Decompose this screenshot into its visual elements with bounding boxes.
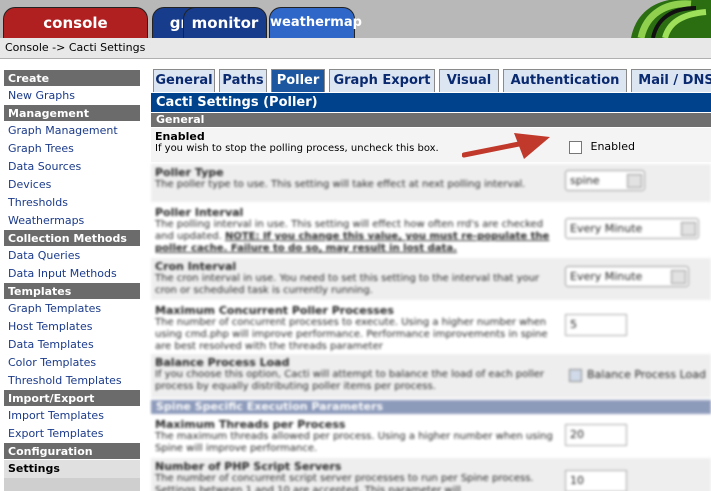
section-spine: Spine Specific Execution Parameters <box>151 400 711 414</box>
sidebar-item[interactable]: Devices <box>4 176 140 194</box>
php-servers-desc: The number of concurrent script server p… <box>155 473 534 491</box>
sidebar-heading: Import/Export <box>4 390 140 407</box>
sidebar-item[interactable]: Thresholds <box>4 194 140 212</box>
cron-interval-select[interactable]: Every Minute <box>565 266 689 287</box>
sidebar-item[interactable]: Host Templates <box>4 318 140 336</box>
poller-interval-value: Every Minute <box>570 222 643 235</box>
sidebar-item[interactable]: Export Templates <box>4 425 140 443</box>
sidebar-item[interactable]: Weathermaps <box>4 212 140 230</box>
settings-content: General Paths Poller Graph Export Visual Auth… <box>149 68 711 491</box>
setting-max-processes: Maximum Concurrent Poller Processes The n… <box>151 302 711 352</box>
tab-authentication[interactable]: Authentication <box>503 69 627 92</box>
sidebar-item[interactable]: Data Queries <box>4 247 140 265</box>
max-processes-title: Maximum Concurrent Poller Processes <box>155 304 394 317</box>
setting-balance-load: Balance Process Load If you choose this o… <box>151 354 711 398</box>
sidebar-item[interactable]: Graph Trees <box>4 140 140 158</box>
enabled-checkbox[interactable] <box>569 140 582 154</box>
sidebar-item[interactable]: Data Input Methods <box>4 265 140 283</box>
tab-poller[interactable]: Poller <box>271 69 325 92</box>
sidebar-heading: Templates <box>4 283 140 300</box>
setting-poller-type: Poller Type The poller type to use. This … <box>151 164 711 202</box>
sidebar-item[interactable]: Threshold Templates <box>4 372 140 390</box>
sidebar-heading: Management <box>4 105 140 122</box>
red-arrow-icon <box>462 133 550 159</box>
poller-type-value: spine <box>570 174 600 187</box>
balance-title: Balance Process Load <box>155 356 290 369</box>
max-threads-desc: The maximum threads allowed per process.… <box>155 431 553 454</box>
setting-cron-interval: Cron Interval The cron interval in use. Y… <box>151 258 711 300</box>
sidebar-item[interactable]: Data Sources <box>4 158 140 176</box>
setting-max-threads: Maximum Threads per Process The maximum t… <box>151 416 711 456</box>
poller-type-desc: The poller type to use. This setting wil… <box>155 179 526 190</box>
chevron-down-icon <box>627 174 642 188</box>
tab-general[interactable]: General <box>153 69 215 92</box>
tab-graph-export[interactable]: Graph Export <box>329 69 435 92</box>
poller-type-title: Poller Type <box>155 166 224 179</box>
sidebar-item[interactable]: Data Templates <box>4 336 140 354</box>
chevron-down-icon <box>681 222 696 236</box>
settings-tabs: General Paths Poller Graph Export Visual Auth… <box>151 68 711 92</box>
php-servers-input[interactable]: 10 <box>565 470 627 491</box>
sidebar-item[interactable]: Graph Management <box>4 122 140 140</box>
tab-mail-dns[interactable]: Mail / DNS <box>631 69 711 92</box>
balance-desc: If you choose this option, Cacti will at… <box>155 369 545 392</box>
breadcrumb: Console -> Cacti Settings <box>0 38 711 59</box>
tab-paths[interactable]: Paths <box>219 69 267 92</box>
poller-interval-select[interactable]: Every Minute <box>565 218 699 239</box>
section-general: General <box>151 113 711 127</box>
sidebar-footer <box>4 478 140 491</box>
poller-interval-title: Poller Interval <box>155 206 244 219</box>
poller-type-select[interactable]: spine <box>565 170 645 191</box>
weathermap-tab[interactable]: weathermap <box>269 7 362 38</box>
sidebar-item[interactable]: Color Templates <box>4 354 140 372</box>
chevron-down-icon <box>671 270 686 284</box>
tab-visual[interactable]: Visual <box>439 69 499 92</box>
console-tab[interactable]: console <box>3 7 148 38</box>
cron-interval-value: Every Minute <box>570 270 643 283</box>
setting-poller-interval: Poller Interval The polling interval in u… <box>151 204 711 256</box>
enabled-checkbox-label: Enabled <box>590 140 635 153</box>
setting-php-servers: Number of PHP Script Servers The number o… <box>151 458 711 491</box>
sidebar-item[interactable]: Settings <box>4 460 140 478</box>
php-servers-title: Number of PHP Script Servers <box>155 460 342 473</box>
max-processes-desc: The number of concurrent processes to ex… <box>155 317 548 352</box>
monitor-tab[interactable]: monitor <box>183 7 267 38</box>
balance-checkbox[interactable] <box>569 368 582 382</box>
console-sidebar: Create New Graphs Management Graph Manageme… <box>4 70 140 491</box>
cron-interval-desc: The cron interval in use. You need to se… <box>155 273 540 296</box>
setting-enabled: Enabled If you wish to stop the polling … <box>151 128 711 162</box>
sidebar-heading: Collection Methods <box>4 230 140 247</box>
sidebar-heading: Create <box>4 70 140 87</box>
sidebar-item[interactable]: Import Templates <box>4 407 140 425</box>
cron-interval-title: Cron Interval <box>155 260 237 273</box>
max-processes-input[interactable]: 5 <box>565 314 627 336</box>
max-threads-title: Maximum Threads per Process <box>155 418 346 431</box>
max-threads-input[interactable]: 20 <box>565 424 627 446</box>
cactus-logo-icon <box>591 0 711 38</box>
sidebar-item[interactable]: Graph Templates <box>4 300 140 318</box>
balance-checkbox-label: Balance Process Load <box>587 368 706 381</box>
top-nav-bar: console graphs monitor weathermap <box>0 0 711 38</box>
sidebar-item[interactable]: New Graphs <box>4 87 140 105</box>
sidebar-heading: Configuration <box>4 443 140 460</box>
page-title: Cacti Settings (Poller) <box>151 93 711 112</box>
